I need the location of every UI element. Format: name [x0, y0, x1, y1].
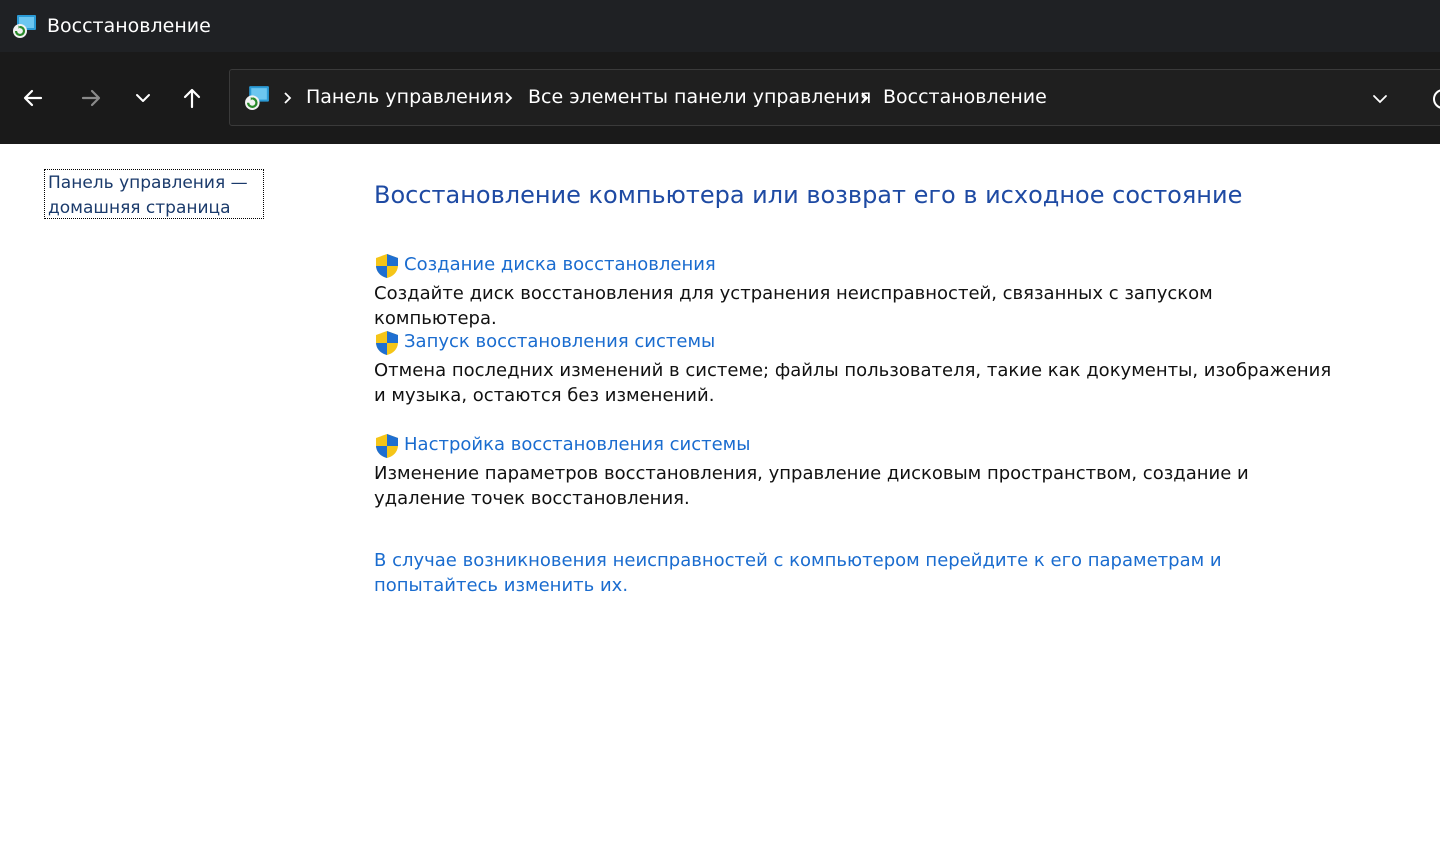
open-system-restore-description: Отмена последних изменений в системе; фа…: [374, 360, 1332, 406]
uac-shield-icon: [376, 331, 398, 355]
control-panel-home-link[interactable]: Панель управления — домашняя страница: [44, 169, 264, 219]
chevron-right-icon[interactable]: [280, 88, 294, 108]
address-bar[interactable]: Панель управления Все элементы панели уп…: [229, 69, 1440, 126]
back-button[interactable]: [13, 76, 53, 120]
navigation-bar: Панель управления Все элементы панели уп…: [0, 52, 1440, 144]
chevron-down-icon: [1373, 95, 1387, 104]
breadcrumb-all-items[interactable]: Все элементы панели управления: [528, 86, 871, 108]
home-link-line1: Панель управления —: [48, 173, 248, 193]
refresh-button[interactable]: [1428, 84, 1440, 114]
address-history-button[interactable]: [1366, 88, 1394, 110]
create-recovery-drive-link[interactable]: Создание диска восстановления: [404, 254, 716, 275]
recent-locations-button[interactable]: [123, 76, 163, 120]
create-recovery-drive-description: Создайте диск восстановления для устране…: [374, 283, 1213, 329]
breadcrumb-recovery[interactable]: Восстановление: [883, 86, 1047, 108]
up-button[interactable]: [172, 76, 212, 120]
page-title: Восстановление компьютера или возврат ег…: [374, 181, 1243, 209]
open-system-restore-link[interactable]: Запуск восстановления системы: [404, 331, 715, 352]
title-bar: Восстановление: [0, 0, 1440, 52]
uac-shield-icon: [376, 434, 398, 458]
chevron-right-icon[interactable]: [857, 88, 871, 108]
configure-system-restore-link[interactable]: Настройка восстановления системы: [404, 434, 750, 455]
refresh-icon: [1433, 89, 1440, 109]
troubleshoot-settings-link[interactable]: В случае возникновения неисправностей с …: [374, 548, 1334, 598]
window-title: Восстановление: [47, 15, 211, 37]
arrow-left-icon: [23, 89, 43, 107]
recovery-icon: [13, 15, 36, 38]
chevron-right-icon[interactable]: [501, 88, 515, 108]
configure-system-restore-description: Изменение параметров восстановления, упр…: [374, 463, 1249, 509]
forward-button[interactable]: [71, 76, 111, 120]
recovery-icon: [245, 86, 269, 110]
home-link-line2: домашняя страница: [48, 198, 231, 218]
arrow-up-icon: [183, 88, 201, 109]
chevron-down-icon: [136, 94, 150, 102]
breadcrumb-control-panel[interactable]: Панель управления: [306, 86, 504, 108]
arrow-right-icon: [81, 89, 101, 107]
uac-shield-icon: [376, 254, 398, 278]
